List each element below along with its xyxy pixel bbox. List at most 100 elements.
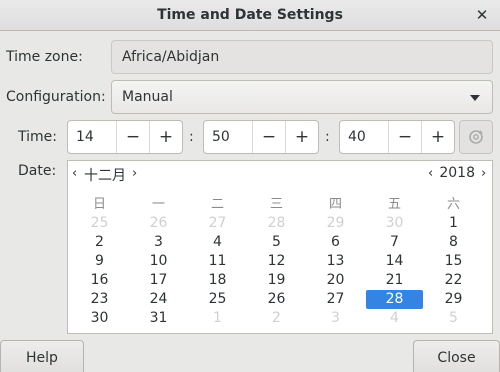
calendar-day-number: 1 — [213, 310, 222, 326]
close-icon[interactable]: ✕ — [470, 4, 494, 26]
calendar-day[interactable]: 18 — [188, 271, 247, 290]
calendar-week-row: 30 31 1 2 3 4 5 — [70, 309, 483, 328]
calendar-day-selected[interactable]: 28 — [365, 290, 424, 309]
help-button[interactable]: Help — [0, 340, 84, 372]
calendar-day-number: 4 — [213, 234, 222, 250]
calendar-day[interactable]: 21 — [365, 271, 424, 290]
hours-increment-button[interactable]: + — [149, 121, 182, 153]
calendar-day[interactable]: 13 — [306, 252, 365, 271]
calendar-day-number: 10 — [149, 253, 168, 269]
seconds-decrement-button[interactable]: − — [388, 121, 421, 153]
calendar-day[interactable]: 26 — [247, 290, 306, 309]
calendar-day[interactable]: 31 — [129, 309, 188, 328]
calendar-day-number: 7 — [390, 234, 399, 250]
calendar-day[interactable]: 30 — [365, 214, 424, 233]
calendar-day[interactable]: 25 — [188, 290, 247, 309]
calendar-day[interactable]: 19 — [247, 271, 306, 290]
next-year-button[interactable]: › — [481, 166, 486, 181]
calendar-day-number: 1 — [449, 215, 458, 231]
hours-decrement-button[interactable]: − — [116, 121, 149, 153]
minutes-increment-button[interactable]: + — [285, 121, 318, 153]
calendar-day[interactable]: 10 — [129, 252, 188, 271]
calendar-day-number: 6 — [331, 234, 340, 250]
next-month-button[interactable]: › — [132, 166, 137, 181]
calendar-day-number: 24 — [149, 291, 168, 307]
calendar-day-number: 2 — [95, 234, 104, 250]
calendar-day[interactable]: 14 — [365, 252, 424, 271]
sync-time-button[interactable] — [459, 120, 493, 154]
calendar-day[interactable]: 11 — [188, 252, 247, 271]
hours-spinbutton[interactable]: 14 − + — [67, 120, 183, 154]
calendar[interactable]: ‹ 十二月 › ‹ 2018 › 日一二三四五六 25 26 27 28 29 30 1 2 3 4… — [67, 160, 493, 334]
calendar-day-number: 30 — [385, 215, 404, 231]
calendar-day-number: 28 — [366, 290, 423, 309]
calendar-day[interactable]: 5 — [424, 309, 483, 328]
calendar-day[interactable]: 9 — [70, 252, 129, 271]
calendar-day[interactable]: 29 — [306, 214, 365, 233]
prev-year-button[interactable]: ‹ — [428, 166, 433, 181]
calendar-day-number: 2 — [272, 310, 281, 326]
hours-input[interactable]: 14 — [68, 121, 116, 153]
calendar-day-number: 8 — [449, 234, 458, 250]
calendar-day-number: 5 — [449, 310, 458, 326]
calendar-week-row: 2 3 4 5 6 7 8 — [70, 233, 483, 252]
calendar-day[interactable]: 4 — [365, 309, 424, 328]
minutes-spinbutton[interactable]: 50 − + — [203, 120, 319, 154]
calendar-week-row: 23 24 25 26 27 28 29 — [70, 290, 483, 309]
minutes-decrement-button[interactable]: − — [252, 121, 285, 153]
calendar-day[interactable]: 29 — [424, 290, 483, 309]
calendar-day[interactable]: 20 — [306, 271, 365, 290]
calendar-week-row: 16 17 18 19 20 21 22 — [70, 271, 483, 290]
calendar-day[interactable]: 24 — [129, 290, 188, 309]
configuration-value: Manual — [122, 89, 173, 105]
calendar-day-number: 4 — [390, 310, 399, 326]
calendar-day-number: 3 — [154, 234, 163, 250]
calendar-day[interactable]: 7 — [365, 233, 424, 252]
calendar-day[interactable]: 1 — [188, 309, 247, 328]
seconds-spinbutton[interactable]: 40 − + — [339, 120, 455, 154]
close-button[interactable]: Close — [413, 340, 500, 372]
calendar-day[interactable]: 16 — [70, 271, 129, 290]
calendar-day-number: 15 — [444, 253, 463, 269]
timezone-field[interactable]: Africa/Abidjan — [111, 40, 493, 74]
configuration-dropdown[interactable]: Manual — [111, 80, 493, 114]
calendar-day[interactable]: 15 — [424, 252, 483, 271]
calendar-day-number: 16 — [90, 272, 109, 288]
calendar-day-number: 31 — [149, 310, 168, 326]
calendar-day[interactable]: 8 — [424, 233, 483, 252]
calendar-day[interactable]: 22 — [424, 271, 483, 290]
time-separator: : — [189, 129, 194, 145]
calendar-day-number: 17 — [149, 272, 168, 288]
weekday-label: 一 — [151, 197, 165, 212]
seconds-input[interactable]: 40 — [340, 121, 388, 153]
calendar-day[interactable]: 25 — [70, 214, 129, 233]
calendar-day[interactable]: 3 — [306, 309, 365, 328]
calendar-day[interactable]: 17 — [129, 271, 188, 290]
calendar-day[interactable]: 12 — [247, 252, 306, 271]
calendar-day-number: 18 — [208, 272, 227, 288]
calendar-day[interactable]: 1 — [424, 214, 483, 233]
calendar-day[interactable]: 27 — [188, 214, 247, 233]
prev-month-button[interactable]: ‹ — [72, 166, 77, 181]
minutes-input[interactable]: 50 — [204, 121, 252, 153]
calendar-day[interactable]: 2 — [70, 233, 129, 252]
seconds-increment-button[interactable]: + — [421, 121, 454, 153]
calendar-day[interactable]: 4 — [188, 233, 247, 252]
calendar-day[interactable]: 23 — [70, 290, 129, 309]
calendar-day-number: 9 — [95, 253, 104, 269]
calendar-day-number: 20 — [326, 272, 345, 288]
calendar-header: ‹ 十二月 › ‹ 2018 › — [68, 161, 492, 187]
calendar-day[interactable]: 28 — [247, 214, 306, 233]
calendar-day[interactable]: 3 — [129, 233, 188, 252]
calendar-day[interactable]: 5 — [247, 233, 306, 252]
calendar-week-row: 25 26 27 28 29 30 1 — [70, 214, 483, 233]
timezone-value: Africa/Abidjan — [122, 49, 220, 65]
calendar-day[interactable]: 30 — [70, 309, 129, 328]
calendar-day-number: 29 — [326, 215, 345, 231]
calendar-day-number: 25 — [90, 215, 109, 231]
calendar-day[interactable]: 6 — [306, 233, 365, 252]
calendar-day[interactable]: 27 — [306, 290, 365, 309]
calendar-day[interactable]: 26 — [129, 214, 188, 233]
calendar-day[interactable]: 2 — [247, 309, 306, 328]
calendar-day-number: 13 — [326, 253, 345, 269]
